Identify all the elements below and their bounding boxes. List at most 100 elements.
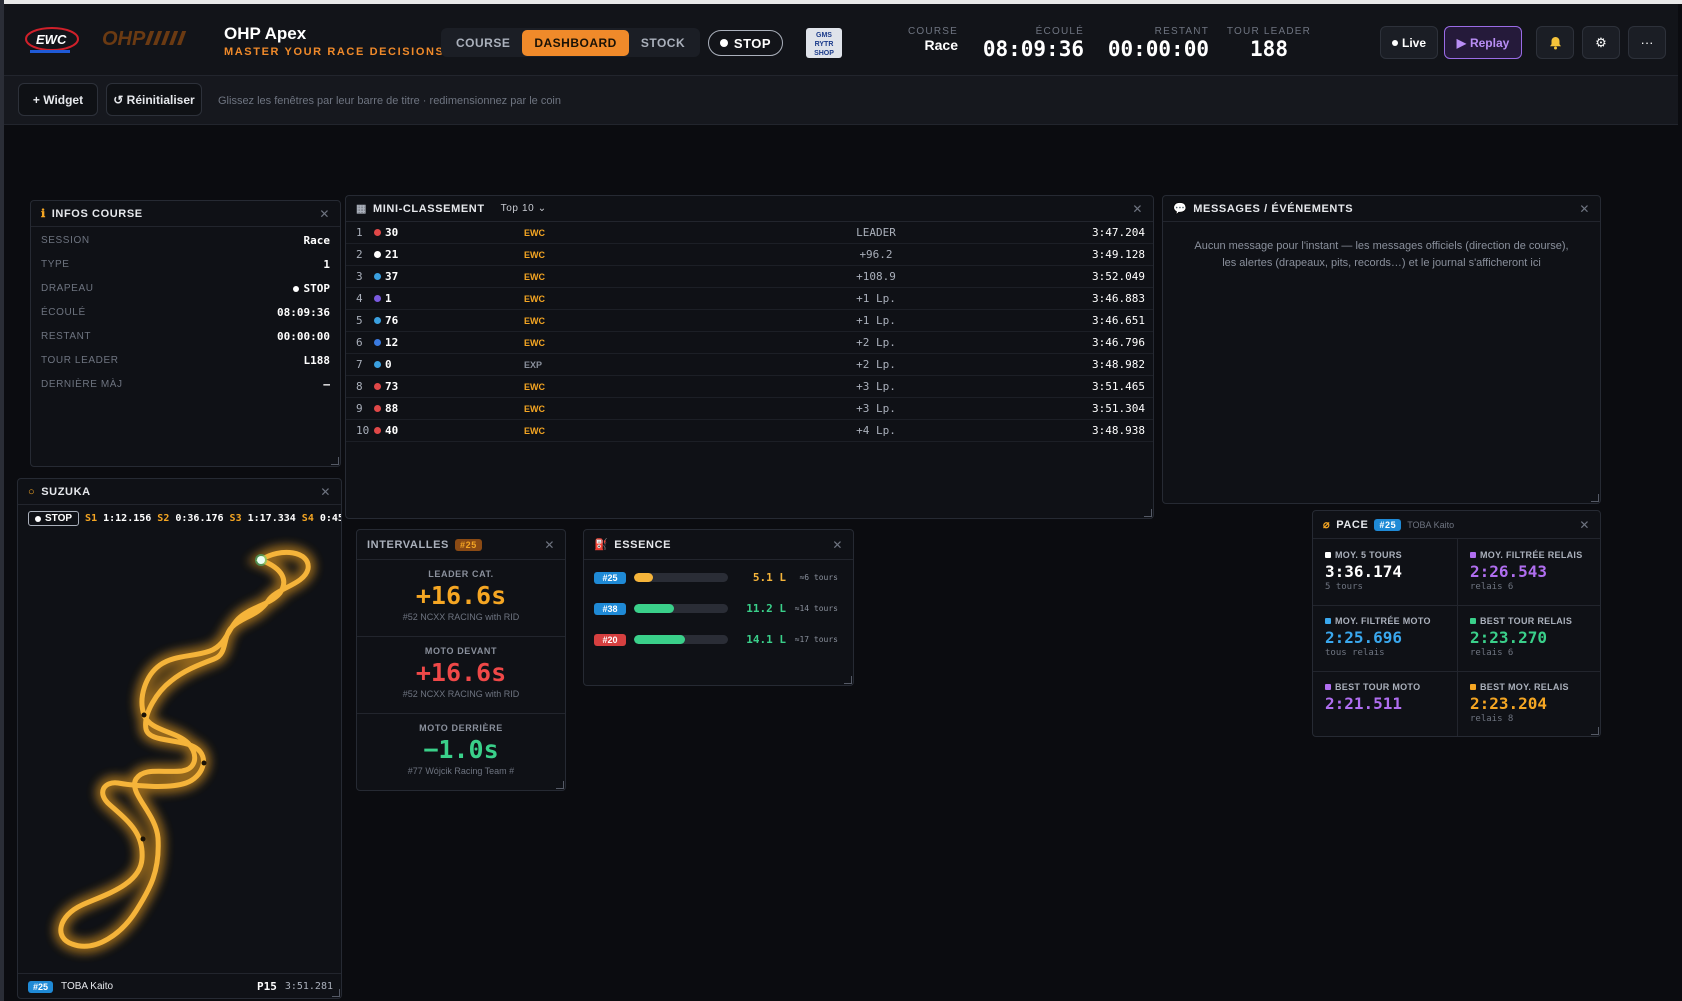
shop-logo[interactable]: GMS RYTR SHOP [806, 28, 842, 58]
classement-row[interactable]: 2 21 EWC +96.2 3:49.128 [346, 244, 1153, 266]
rider-position-marker[interactable] [257, 556, 265, 564]
resize-handle[interactable] [1591, 494, 1599, 502]
pace-cell-label-text: MOY. FILTRÉE MOTO [1335, 616, 1431, 626]
resize-handle[interactable] [1591, 727, 1599, 735]
fuel-panel: ⛽ ESSENCE ✕ #25 5.1 L ≈6 tours #38 11.2 L ≈14… [583, 529, 854, 686]
pace-icon: ⌀ [1323, 519, 1331, 531]
resize-handle[interactable] [331, 457, 339, 465]
fuel-row: #20 14.1 L ≈17 tours [584, 624, 853, 655]
close-icon[interactable]: ✕ [1579, 202, 1590, 216]
pace-color-square [1470, 552, 1476, 558]
tab-dashboard[interactable]: DASHBOARD [522, 29, 629, 56]
info-key: DRAPEAU [41, 282, 94, 294]
row-number: 30 [374, 226, 398, 239]
messages-title: MESSAGES / ÉVÉNEMENTS [1193, 202, 1354, 215]
pace-header[interactable]: ⌀ PACE #25 TOBA Kaito ✕ [1313, 511, 1600, 539]
pace-color-square [1325, 618, 1331, 624]
notifications-button[interactable] [1536, 26, 1574, 59]
classement-row[interactable]: 9 88 EWC +3 Lp. 3:51.304 [346, 398, 1153, 420]
row-lap-time: 3:48.938 [1092, 424, 1145, 437]
messages-panel: 💬 MESSAGES / ÉVÉNEMENTS ✕ Aucun message … [1162, 195, 1601, 504]
resize-handle[interactable] [1144, 509, 1152, 517]
pace-cell: MOY. FILTRÉE MOTO 2:25.696 tous relais [1313, 606, 1455, 670]
live-label: Live [1401, 35, 1426, 50]
classement-row[interactable]: 6 12 EWC +2 Lp. 3:46.796 [346, 332, 1153, 354]
pace-cell-label: MOY. FILTRÉE RELAIS [1470, 550, 1588, 560]
toolbar-hint: Glissez les fenêtres par leur barre de t… [218, 95, 561, 107]
close-icon[interactable]: ✕ [1132, 202, 1143, 216]
more-button[interactable]: ··· [1628, 26, 1666, 59]
mini-classement-header[interactable]: ▦ MINI-CLASSEMENT Top 10 ⌄ ✕ [346, 196, 1153, 222]
pace-rider-name: TOBA Kaito [1407, 519, 1455, 530]
classement-row[interactable]: 10 40 EWC +4 Lp. 3:48.938 [346, 420, 1153, 442]
row-number: 73 [374, 380, 398, 393]
flag-value: STOP [303, 281, 331, 295]
close-icon[interactable]: ✕ [832, 538, 843, 552]
row-category: EWC [524, 316, 545, 326]
sector-3: S3 1:17.334 [230, 513, 296, 524]
live-button[interactable]: Live [1380, 26, 1438, 59]
rider-number-badge: #25 [28, 980, 54, 993]
close-icon[interactable]: ✕ [1579, 518, 1590, 532]
infos-course-header[interactable]: ℹ INFOS COURSE ✕ [31, 201, 340, 227]
tab-course[interactable]: COURSE [444, 30, 522, 56]
track-map[interactable] [18, 533, 342, 973]
interval-label: MOTO DERRIÈRE [419, 723, 503, 733]
pace-cell-label: MOY. 5 TOURS [1325, 550, 1443, 560]
info-row: TYPE 1 [31, 252, 340, 276]
row-lap-time: 3:47.204 [1092, 226, 1145, 239]
settings-button[interactable]: ⚙ [1582, 26, 1620, 59]
classement-row[interactable]: 3 37 EWC +108.9 3:52.049 [346, 266, 1153, 288]
info-row: DERNIÈRE MÀJ — [31, 372, 340, 396]
row-lap-time: 3:51.465 [1092, 380, 1145, 393]
flag-dot-icon [292, 285, 299, 292]
messages-header[interactable]: 💬 MESSAGES / ÉVÉNEMENTS ✕ [1163, 196, 1600, 222]
top-filter-select[interactable]: Top 10 ⌄ [501, 203, 547, 214]
fuel-level-fill [634, 635, 685, 644]
classement-row[interactable]: 5 76 EWC +1 Lp. 3:46.651 [346, 310, 1153, 332]
pace-rider-badge: #25 [1374, 518, 1402, 531]
pace-cell-sub: 5 tours [1325, 582, 1363, 592]
classement-row[interactable]: 8 73 EWC +3 Lp. 3:51.465 [346, 376, 1153, 398]
row-lap-time: 3:46.796 [1092, 336, 1145, 349]
team-color-dot [374, 273, 381, 280]
classement-row[interactable]: 4 1 EWC +1 Lp. 3:46.883 [346, 288, 1153, 310]
resize-handle[interactable] [556, 781, 564, 789]
mini-classement-title: MINI-CLASSEMENT [373, 202, 485, 215]
tab-stock[interactable]: STOCK [629, 30, 697, 56]
intervals-title: INTERVALLES [367, 538, 449, 551]
stat-leader-lap-label: TOUR LEADER [1226, 26, 1312, 37]
fuel-level-bar [634, 573, 728, 582]
fuel-level-bar [634, 604, 728, 613]
pace-cell-label: BEST TOUR MOTO [1325, 682, 1443, 692]
track-header[interactable]: ○ SUZUKA ✕ [18, 479, 341, 505]
team-color-dot [374, 339, 381, 346]
sector-4-key: S4 [301, 513, 314, 524]
svg-text:EWC: EWC [36, 32, 67, 47]
resize-handle[interactable] [332, 989, 340, 997]
info-row: DRAPEAU STOP [31, 276, 340, 300]
fuel-row: #25 5.1 L ≈6 tours [584, 562, 853, 593]
close-icon[interactable]: ✕ [319, 207, 330, 221]
pace-cell-value: 2:23.270 [1470, 628, 1548, 647]
flag-status-button[interactable]: STOP [708, 30, 783, 56]
stat-elapsed-label: ÉCOULÉ [1035, 26, 1084, 37]
team-color-dot [374, 361, 381, 368]
interval-block: LEADER CAT. +16.6s #52 NCXX RACING with RI… [357, 560, 565, 637]
close-icon[interactable]: ✕ [320, 485, 331, 499]
classement-row[interactable]: 7 0 EXP +2 Lp. 3:48.982 [346, 354, 1153, 376]
replay-button[interactable]: ▶ Replay [1444, 26, 1522, 59]
close-icon[interactable]: ✕ [544, 538, 555, 552]
reset-layout-button[interactable]: ↺ Réinitialiser [106, 83, 202, 116]
fuel-header[interactable]: ⛽ ESSENCE ✕ [584, 530, 853, 560]
add-widget-button[interactable]: + Widget [18, 83, 98, 116]
fuel-rider-badge: #25 [594, 571, 626, 584]
track-glow [61, 552, 308, 946]
resize-handle[interactable] [844, 676, 852, 684]
info-value: STOP [292, 281, 331, 295]
row-gap: +2 Lp. [856, 358, 896, 371]
intervals-header[interactable]: INTERVALLES #25 ✕ [357, 530, 565, 560]
classement-row[interactable]: 1 30 EWC LEADER 3:47.204 [346, 222, 1153, 244]
row-position: 5 [356, 314, 363, 327]
interval-block: MOTO DERRIÈRE −1.0s #77 Wójcik Racing Team… [357, 714, 565, 790]
